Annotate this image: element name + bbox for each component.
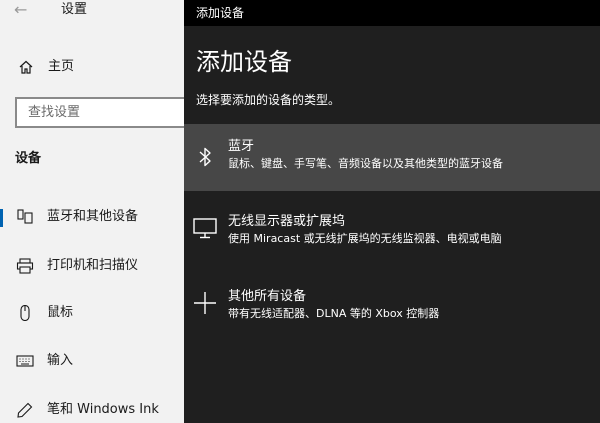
sidebar-item-printers[interactable]: 打印机和扫描仪 — [0, 251, 184, 281]
sidebar-item-pen[interactable]: 笔和 Windows Ink — [0, 395, 184, 423]
selected-indicator — [0, 209, 3, 227]
plus-icon — [194, 292, 216, 314]
option-description: 鼠标、键盘、手写笔、音频设备以及其他类型的蓝牙设备 — [228, 157, 503, 170]
sidebar-item-input[interactable]: 输入 — [0, 346, 184, 376]
sidebar-item-label: 打印机和扫描仪 — [47, 258, 139, 273]
pen-icon — [17, 402, 33, 418]
option-everything-else[interactable]: 其他所有设备 带有无线适配器、DLNA 等的 Xbox 控制器 — [184, 274, 600, 341]
mouse-icon — [20, 305, 30, 321]
dialog-window-title: 添加设备 — [196, 6, 245, 20]
option-name: 其他所有设备 — [228, 289, 307, 304]
dialog-heading: 添加设备 — [196, 48, 292, 76]
option-bluetooth[interactable]: 蓝牙 鼠标、键盘、手写笔、音频设备以及其他类型的蓝牙设备 — [184, 124, 600, 191]
dialog-subtitle: 选择要添加的设备的类型。 — [196, 93, 341, 107]
settings-window-title: 设置 — [61, 2, 88, 17]
section-title: 设备 — [15, 151, 42, 166]
bluetooth-icon — [199, 147, 211, 167]
option-wireless-display[interactable]: 无线显示器或扩展坞 使用 Miracast 或无线扩展坞的无线监视器、电视或电脑 — [184, 197, 600, 264]
settings-titlebar: ← 设置 — [0, 0, 184, 22]
option-name: 无线显示器或扩展坞 — [228, 214, 346, 229]
option-description: 使用 Miracast 或无线扩展坞的无线监视器、电视或电脑 — [228, 232, 502, 245]
bluetooth-devices-icon — [17, 209, 33, 224]
sidebar-item-home[interactable]: 主页 — [0, 54, 184, 80]
home-icon — [19, 60, 33, 74]
sidebar-item-label: 鼠标 — [47, 305, 74, 320]
add-device-dialog: 添加设备 添加设备 选择要添加的设备的类型。 蓝牙 鼠标、键盘、手写笔、音频设备… — [184, 0, 600, 423]
keyboard-icon — [16, 355, 34, 367]
option-name: 蓝牙 — [228, 139, 255, 154]
home-label: 主页 — [48, 59, 75, 74]
settings-window: ← 设置 主页 查找设置 设备 蓝牙和其他设备 打印机和扫描仪 鼠标 输入 笔和… — [0, 0, 190, 423]
monitor-icon — [193, 218, 217, 239]
sidebar-item-bluetooth[interactable]: 蓝牙和其他设备 — [0, 202, 184, 232]
option-description: 带有无线适配器、DLNA 等的 Xbox 控制器 — [228, 307, 440, 320]
sidebar-item-mouse[interactable]: 鼠标 — [0, 298, 184, 328]
search-input[interactable]: 查找设置 — [15, 97, 190, 128]
sidebar-item-label: 蓝牙和其他设备 — [47, 209, 139, 224]
printer-icon — [16, 258, 34, 274]
sidebar-item-label: 输入 — [47, 353, 74, 368]
sidebar-item-label: 笔和 Windows Ink — [47, 402, 159, 417]
dialog-titlebar: 添加设备 — [184, 0, 600, 26]
arrow-left-icon[interactable]: ← — [14, 0, 30, 20]
search-placeholder: 查找设置 — [28, 105, 81, 120]
